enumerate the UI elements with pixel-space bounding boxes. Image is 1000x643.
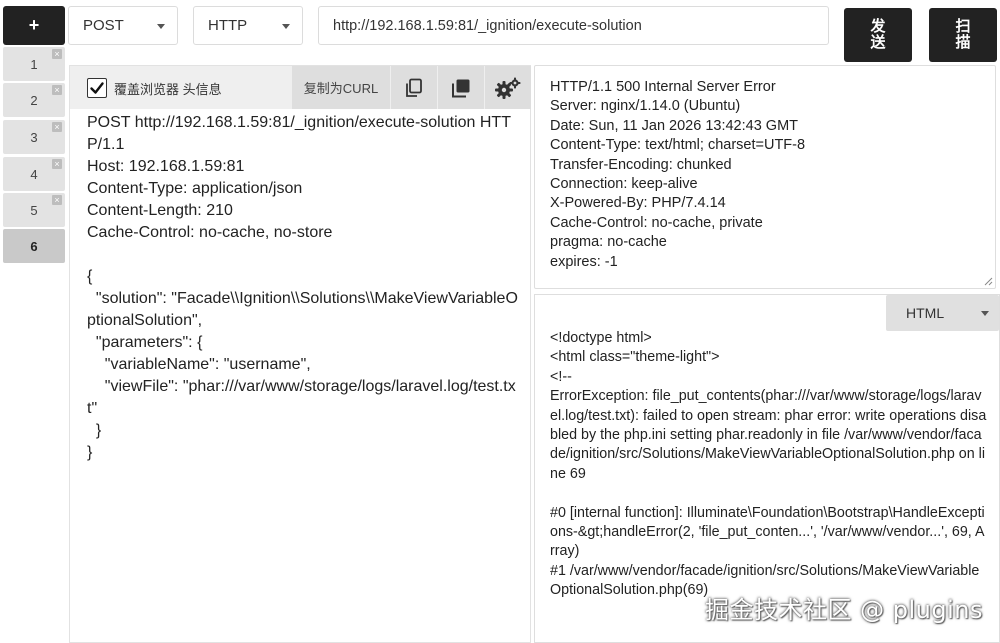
checkmark-icon xyxy=(90,82,104,94)
request-tab-label: 1 xyxy=(30,56,38,72)
close-tab-icon[interactable]: × xyxy=(52,159,62,169)
chevron-down-icon xyxy=(157,24,165,29)
request-editor-panel: 覆盖浏览器 头信息 复制为CURL POST http://192.168.1.… xyxy=(69,65,531,643)
resize-grip-icon[interactable] xyxy=(984,277,993,286)
response-headers-panel: HTTP/1.1 500 Internal Server Error Serve… xyxy=(534,65,996,289)
request-tab[interactable]: 1 × xyxy=(3,47,65,81)
override-headers-label: 覆盖浏览器 头信息 xyxy=(114,82,222,97)
close-tab-icon[interactable]: × xyxy=(52,122,62,132)
request-tab-label: 4 xyxy=(30,166,38,182)
response-headers-text[interactable]: HTTP/1.1 500 Internal Server Error Serve… xyxy=(550,78,990,272)
request-tab[interactable]: 4 × xyxy=(3,157,65,191)
request-tab-label: 2 xyxy=(30,92,38,108)
add-tab-button[interactable]: + xyxy=(3,6,65,45)
close-tab-icon[interactable]: × xyxy=(52,195,62,205)
response-format-select[interactable]: HTML xyxy=(886,295,999,331)
method-value: POST xyxy=(83,17,124,34)
send-button[interactable]: 发送 xyxy=(844,8,912,62)
chevron-down-icon xyxy=(981,311,989,316)
close-tab-icon[interactable]: × xyxy=(52,85,62,95)
response-body-text[interactable]: <!doctype html> <html class="theme-light… xyxy=(550,329,988,601)
settings-icon[interactable] xyxy=(485,66,531,109)
protocol-value: HTTP xyxy=(208,17,248,34)
request-toolbar: 覆盖浏览器 头信息 复制为CURL xyxy=(70,66,531,109)
protocol-select[interactable]: HTTP xyxy=(193,6,303,45)
request-tab-label: 5 xyxy=(30,202,38,218)
duplicate-icon[interactable] xyxy=(438,66,484,109)
copy-icon[interactable] xyxy=(391,66,437,109)
override-headers-checkbox[interactable] xyxy=(87,78,107,98)
raw-request-text[interactable]: POST http://192.168.1.59:81/_ignition/ex… xyxy=(87,112,523,464)
close-tab-icon[interactable]: × xyxy=(52,49,62,59)
request-tab[interactable]: 2 × xyxy=(3,83,65,117)
response-format-value: HTML xyxy=(906,305,945,321)
request-tab-label: 6 xyxy=(30,238,38,254)
method-select[interactable]: POST xyxy=(68,6,178,45)
request-tab[interactable]: 3 × xyxy=(3,120,65,154)
copy-as-curl-button[interactable]: 复制为CURL xyxy=(292,66,390,109)
watermark: 掘金技术社区 @ plugins xyxy=(705,596,983,624)
request-tab-list: + 1 × 2 × 3 × 4 × 5 × 6 xyxy=(0,0,68,643)
scan-button[interactable]: 扫描 xyxy=(929,8,997,62)
url-input[interactable] xyxy=(318,6,829,45)
chevron-down-icon xyxy=(282,24,290,29)
request-tab[interactable]: 6 xyxy=(3,229,65,263)
request-tab[interactable]: 5 × xyxy=(3,193,65,227)
request-tab-label: 3 xyxy=(30,129,38,145)
